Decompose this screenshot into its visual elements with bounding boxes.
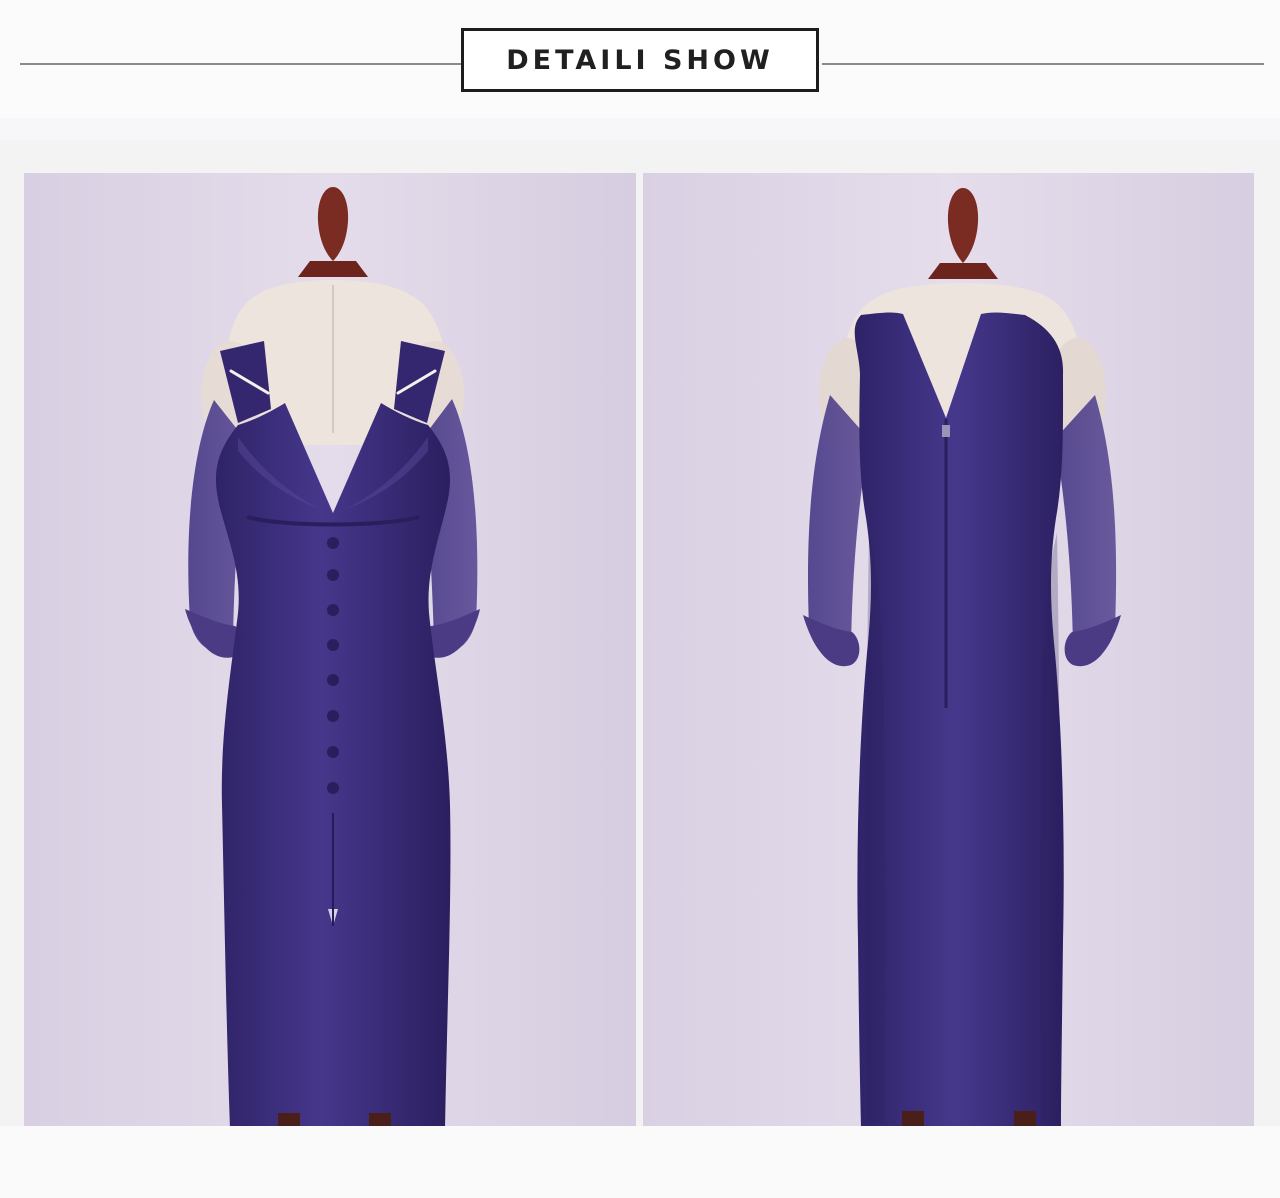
detail-header: DETAILI SHOW <box>0 0 1280 118</box>
header-right-rule <box>822 63 1264 65</box>
back-dress-illustration <box>643 173 1254 1126</box>
front-view-image[interactable] <box>24 173 636 1126</box>
gallery-bottom-spacer <box>0 1126 1280 1198</box>
detail-title-box: DETAILI SHOW <box>461 28 819 92</box>
back-view-image[interactable] <box>643 173 1254 1126</box>
product-image-gallery <box>0 140 1280 1198</box>
header-left-rule <box>20 63 462 65</box>
front-dress-illustration <box>24 173 636 1126</box>
detail-title: DETAILI SHOW <box>506 44 774 76</box>
product-detail-page: DETAILI SHOW <box>0 0 1280 1198</box>
